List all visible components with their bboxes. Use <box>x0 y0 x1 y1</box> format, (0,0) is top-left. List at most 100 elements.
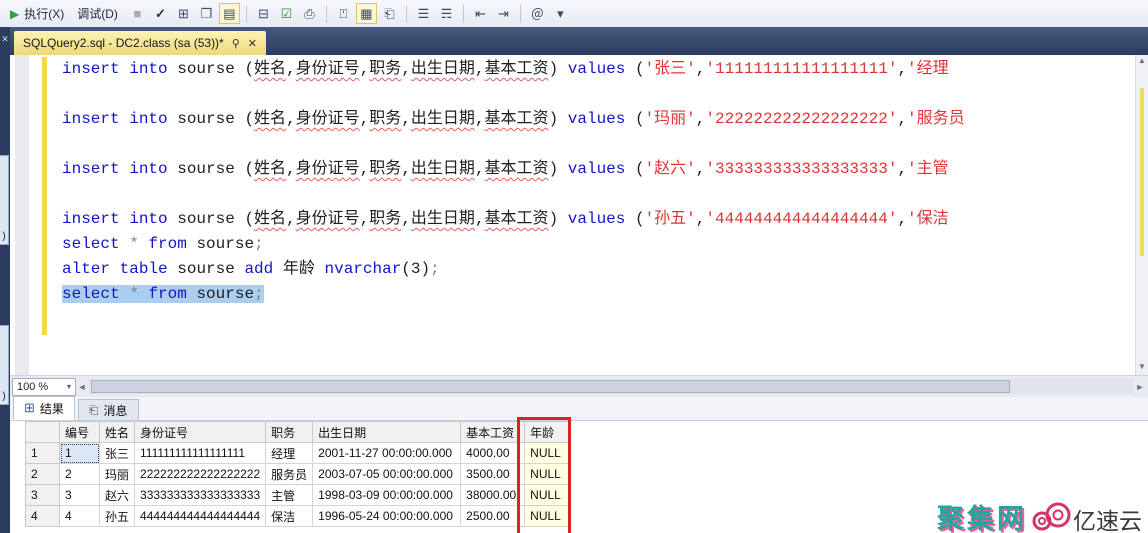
toolbar-separator <box>406 5 407 23</box>
grid-cell[interactable]: 3 <box>60 485 100 506</box>
results-to-text-icon[interactable]: ⍞ <box>333 3 354 24</box>
grid-cell[interactable]: NULL <box>525 485 571 506</box>
grid-row-header[interactable]: 1 <box>26 443 60 464</box>
tab-messages[interactable]: ⎗ 消息 <box>78 399 139 420</box>
grid-cell[interactable]: 2001-11-27 00:00:00.000 <box>313 443 461 464</box>
grid-cell[interactable]: 4 <box>60 506 100 527</box>
grid-header-cell[interactable]: 编号 <box>60 422 100 443</box>
grid-cell[interactable]: 主管 <box>266 485 313 506</box>
grid-header-cell[interactable]: 出生日期 <box>313 422 461 443</box>
client-statistics-icon[interactable]: ⎙ <box>299 3 320 24</box>
grid-cell[interactable]: 服务员 <box>266 464 313 485</box>
results-to-file-icon[interactable]: ⎗ <box>379 3 400 24</box>
collapsed-tool-window-tab[interactable]: ) <box>0 325 9 405</box>
results-to-grid-icon[interactable]: ▦ <box>356 3 377 24</box>
grid-cell[interactable]: 444444444444444444 <box>135 506 266 527</box>
grid-header-cell[interactable]: 姓名 <box>100 422 135 443</box>
sql-editor[interactable]: insert into sourse (姓名,身份证号,职务,出生日期,基本工资… <box>10 55 1148 375</box>
zoom-select[interactable]: 100 % ▾ <box>12 378 76 396</box>
grid-header-cell[interactable]: 职务 <box>266 422 313 443</box>
grid-cell[interactable]: NULL <box>525 464 571 485</box>
scroll-right-icon[interactable]: ► <box>1134 382 1146 392</box>
code-line <box>62 82 1134 107</box>
grid-cell[interactable]: 玛丽 <box>100 464 135 485</box>
ssms-window: ▶ 执行(X) 调试(D) ■✓⊞❐▤⊟☑⎙⍞▦⎗☰☴⇤⇥＠▾ SQLQuery… <box>0 0 1148 533</box>
grid-row-header[interactable]: 3 <box>26 485 60 506</box>
grid-cell[interactable]: 张三 <box>100 443 135 464</box>
comment-icon[interactable]: ☰ <box>413 3 434 24</box>
collapsed-tool-window-tab[interactable]: ) <box>0 155 9 245</box>
pin-icon[interactable]: ⚲ <box>232 37 240 50</box>
toolbar-separator <box>246 5 247 23</box>
toolbar-overflow-icon[interactable]: ▾ <box>550 3 571 24</box>
grid-cell[interactable]: 1 <box>60 443 100 464</box>
grid-cell[interactable]: 赵六 <box>100 485 135 506</box>
grid-cell[interactable]: 1998-03-09 00:00:00.000 <box>313 485 461 506</box>
horizontal-scroll-thumb[interactable] <box>91 380 1010 393</box>
grid-cell[interactable]: 222222222222222222 <box>135 464 266 485</box>
grid-row: 44孙五444444444444444444保洁1996-05-24 00:00… <box>26 506 571 527</box>
strip-close-icon[interactable]: ✕ <box>0 34 10 45</box>
zoom-caret-icon: ▾ <box>67 382 71 391</box>
scroll-left-icon[interactable]: ◄ <box>76 382 88 392</box>
tab-results-label: 结果 <box>40 400 64 417</box>
grid-cell[interactable]: 2 <box>60 464 100 485</box>
grid-cell[interactable]: 1996-05-24 00:00:00.000 <box>313 506 461 527</box>
editor-vertical-scrollbar[interactable]: ▲ ▼ <box>1135 55 1148 375</box>
grid-row: 22玛丽222222222222222222服务员2003-07-05 00:0… <box>26 464 571 485</box>
grid-header-cell[interactable]: 身份证号 <box>135 422 266 443</box>
estimated-plan-icon[interactable]: ❐ <box>196 3 217 24</box>
grid-cell[interactable]: NULL <box>525 506 571 527</box>
tab-close-icon[interactable]: ✕ <box>248 37 257 50</box>
document-tab[interactable]: SQLQuery2.sql - DC2.class (sa (53))* ⚲ ✕ <box>14 31 266 55</box>
watermark: 聚集网 亿速云 <box>937 497 1142 533</box>
grid-cell[interactable]: 2003-07-05 00:00:00.000 <box>313 464 461 485</box>
scroll-up-icon[interactable]: ▲ <box>1136 56 1148 65</box>
horizontal-scrollbar[interactable] <box>89 379 1133 394</box>
editor-bottom-bar: 100 % ▾ ◄ ► <box>10 375 1148 397</box>
grid-header-cell[interactable] <box>26 422 60 443</box>
debug-button[interactable]: 调试(D) <box>73 3 125 24</box>
scroll-down-icon[interactable]: ▼ <box>1136 362 1148 371</box>
indicator-margin <box>15 55 29 375</box>
indent-increase-icon[interactable]: ⇥ <box>493 3 514 24</box>
grid-cell[interactable]: 38000.00 <box>461 485 525 506</box>
indent-decrease-icon[interactable]: ⇤ <box>470 3 491 24</box>
template-parameters-icon[interactable]: ⊞ <box>173 3 194 24</box>
grid-cell[interactable]: 3500.00 <box>461 464 525 485</box>
grid-row: 11张三111111111111111111经理2001-11-27 00:00… <box>26 443 571 464</box>
grid-cell[interactable]: 111111111111111111 <box>135 443 266 464</box>
toolbar-icon-group: ■✓⊞❐▤ ⊟☑⎙ ⍞▦⎗ ☰☴ ⇤⇥ ＠▾ <box>127 3 571 24</box>
results-tab-strip: ⊞ 结果 ⎗ 消息 <box>10 397 1148 421</box>
grid-header-cell[interactable]: 基本工资 <box>461 422 525 443</box>
grid-row: 33赵六333333333333333333主管1998-03-09 00:00… <box>26 485 571 506</box>
grid-header-cell[interactable]: 年龄 <box>525 422 571 443</box>
execute-button[interactable]: ▶ 执行(X) <box>6 3 71 24</box>
stop-icon[interactable]: ■ <box>127 3 148 24</box>
grid-cell[interactable]: 保洁 <box>266 506 313 527</box>
grid-cell[interactable]: 333333333333333333 <box>135 485 266 506</box>
watermark-brand: 聚集网 <box>937 506 1027 533</box>
execute-play-icon: ▶ <box>10 7 19 21</box>
uncomment-icon[interactable]: ☴ <box>436 3 457 24</box>
specify-values-icon[interactable]: ＠ <box>527 3 548 24</box>
code-line: insert into sourse (姓名,身份证号,职务,出生日期,基本工资… <box>62 157 1134 182</box>
tab-results[interactable]: ⊞ 结果 <box>13 396 75 420</box>
code-area[interactable]: insert into sourse (姓名,身份证号,职务,出生日期,基本工资… <box>62 57 1134 307</box>
include-actual-plan-icon[interactable]: ☑ <box>276 3 297 24</box>
toolbar-separator <box>463 5 464 23</box>
grid-row-header[interactable]: 4 <box>26 506 60 527</box>
grid-cell[interactable]: 4000.00 <box>461 443 525 464</box>
code-line <box>62 182 1134 207</box>
grid-cell[interactable]: 经理 <box>266 443 313 464</box>
intellisense-icon[interactable]: ⊟ <box>253 3 274 24</box>
query-options-icon[interactable]: ▤ <box>219 3 240 24</box>
code-line: alter table sourse add 年龄 nvarchar(3); <box>62 257 1134 282</box>
parse-check-icon[interactable]: ✓ <box>150 3 171 24</box>
grid-cell[interactable]: 2500.00 <box>461 506 525 527</box>
code-line: select * from sourse; <box>62 232 1134 257</box>
grid-row-header[interactable]: 2 <box>26 464 60 485</box>
grid-cell[interactable]: NULL <box>525 443 571 464</box>
grid-cell[interactable]: 孙五 <box>100 506 135 527</box>
zoom-value: 100 % <box>17 381 48 393</box>
